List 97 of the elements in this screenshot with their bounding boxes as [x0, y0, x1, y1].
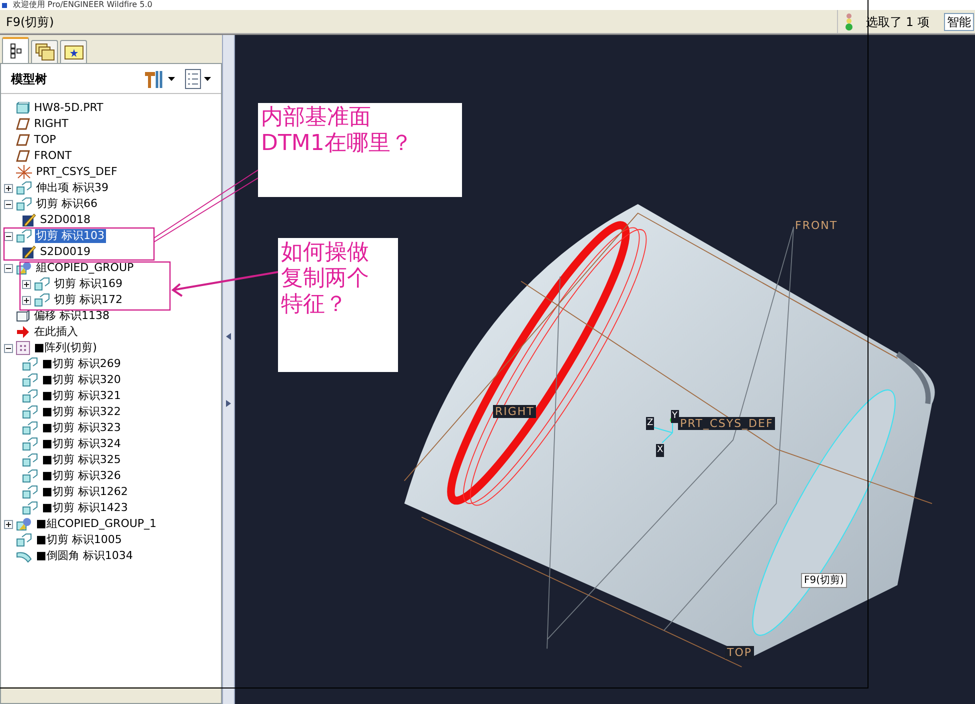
tree-item[interactable]: S2D0018 [39, 213, 92, 227]
feature-icon [22, 373, 38, 387]
panel-tab[interactable] [2, 37, 29, 63]
tree-item[interactable]: 切剪 标识103 [35, 229, 106, 243]
feature-icon [22, 357, 38, 371]
tree-item[interactable]: ■切剪 标识321 [41, 389, 122, 403]
tree-item[interactable]: ■切剪 标识323 [41, 421, 122, 435]
feature-icon [34, 293, 50, 307]
tree-item[interactable]: FRONT [33, 149, 73, 163]
tree-item[interactable]: ■切剪 标识269 [41, 357, 122, 371]
feature-icon [16, 197, 32, 211]
datum-label: FRONT [795, 219, 838, 232]
feature-icon [22, 453, 38, 467]
feature-icon [34, 277, 50, 291]
pattern-icon [16, 341, 30, 355]
feature-icon [16, 533, 32, 547]
tooltip: F9(切剪) [801, 573, 847, 588]
panel-tab[interactable] [60, 40, 87, 63]
plane-icon [16, 150, 30, 162]
feature-icon [16, 229, 32, 243]
box-icon [16, 310, 30, 322]
cube-icon [16, 102, 30, 114]
window-title: 欢迎使用 Pro/ENGINEER Wildfire 5.0 [13, 0, 152, 10]
callout-text: 特征？ [281, 292, 348, 318]
tree-item[interactable]: ■切剪 标识320 [41, 373, 122, 387]
tree-item[interactable]: RIGHT [33, 117, 70, 131]
collapse-icon[interactable] [4, 344, 13, 352]
tree-item[interactable]: ■切剪 标识325 [41, 453, 122, 467]
feature-icon [22, 405, 38, 419]
tree-item[interactable]: 組COPIED_GROUP [35, 261, 135, 275]
list-icon [185, 68, 201, 88]
plane-icon [16, 134, 30, 146]
collapse-icon[interactable] [4, 264, 13, 272]
pencil-icon [22, 245, 36, 259]
tree-item[interactable]: 切剪 标识66 [35, 197, 98, 211]
panel-title: 模型树 [11, 70, 48, 88]
tree-item[interactable]: S2D0019 [39, 245, 92, 259]
tree-item[interactable]: PRT_CSYS_DEF [35, 165, 118, 179]
axes-icon [16, 165, 32, 179]
tree-item[interactable]: ■切剪 标识322 [41, 405, 122, 419]
expand-right-icon[interactable] [226, 400, 231, 406]
axis-label: Z [646, 417, 654, 430]
plane-icon [16, 118, 30, 130]
arrow-icon [16, 326, 30, 338]
expand-icon[interactable] [22, 280, 31, 288]
feature-icon [22, 469, 38, 483]
collapse-icon[interactable] [4, 200, 13, 208]
tree-icon [10, 43, 22, 59]
expand-icon[interactable] [4, 520, 13, 528]
app-icon [2, 2, 7, 8]
tools-icon [143, 68, 165, 88]
feature-icon [16, 181, 32, 195]
callout-text: 复制两个 [281, 266, 370, 292]
tree-item[interactable]: ■切剪 标识1005 [35, 533, 123, 547]
tree-item[interactable]: 伸出项 标识39 [35, 181, 110, 195]
tree-item[interactable]: TOP [33, 133, 58, 147]
caret-icon [204, 76, 211, 80]
tree-item[interactable]: 切剪 标识172 [53, 293, 124, 307]
show-button[interactable] [185, 68, 211, 88]
datum-label: TOP [725, 646, 754, 659]
folders-icon [34, 43, 54, 61]
callout-text: DTM1在哪里？ [261, 131, 414, 157]
feature-icon [22, 421, 38, 435]
feature-icon [22, 437, 38, 451]
group-icon [16, 261, 32, 275]
tree-item[interactable]: 偏移 标识1138 [33, 309, 110, 323]
axis-label: X [656, 444, 664, 457]
tree-item[interactable]: ■切剪 标识1423 [41, 501, 129, 515]
tree-item[interactable]: 在此插入 [33, 325, 79, 339]
caret-icon [168, 76, 175, 80]
datum-label: PRT_CSYS_DEF [678, 417, 776, 430]
tree-item[interactable]: ■阵列(切剪) [33, 341, 98, 355]
round-icon [16, 549, 32, 563]
tree-item[interactable]: ■切剪 标识326 [41, 469, 122, 483]
filter-dropdown[interactable]: 智能 [944, 12, 974, 30]
feature-icon [22, 389, 38, 403]
settings-button[interactable] [143, 68, 175, 88]
tree-item[interactable]: ■組COPIED_GROUP_1 [35, 517, 158, 531]
group-icon [16, 517, 32, 531]
collapse-icon[interactable] [4, 232, 13, 240]
message-text: F9(切剪) [5, 14, 55, 30]
tree-item[interactable]: ■倒圆角 标识1034 [35, 549, 134, 563]
tree-item[interactable]: ■切剪 标识1262 [41, 485, 129, 499]
collapse-left-icon[interactable] [226, 332, 231, 340]
feature-icon [22, 501, 38, 515]
tree-item[interactable]: ■切剪 标识324 [41, 437, 122, 451]
tree-item[interactable]: 切剪 标识169 [53, 277, 124, 291]
pencil-icon [22, 213, 36, 227]
datum-label: RIGHT [493, 405, 536, 418]
callout-text: 内部基准面 [261, 105, 372, 131]
expand-icon[interactable] [4, 184, 13, 192]
feature-icon [22, 485, 38, 499]
axis-label: Y [671, 410, 678, 423]
callout-text: 如何操做 [281, 240, 370, 266]
expand-icon[interactable] [22, 296, 31, 304]
traffic-light-icon [844, 12, 854, 30]
tree-item[interactable]: HW8-5D.PRT [33, 101, 104, 115]
